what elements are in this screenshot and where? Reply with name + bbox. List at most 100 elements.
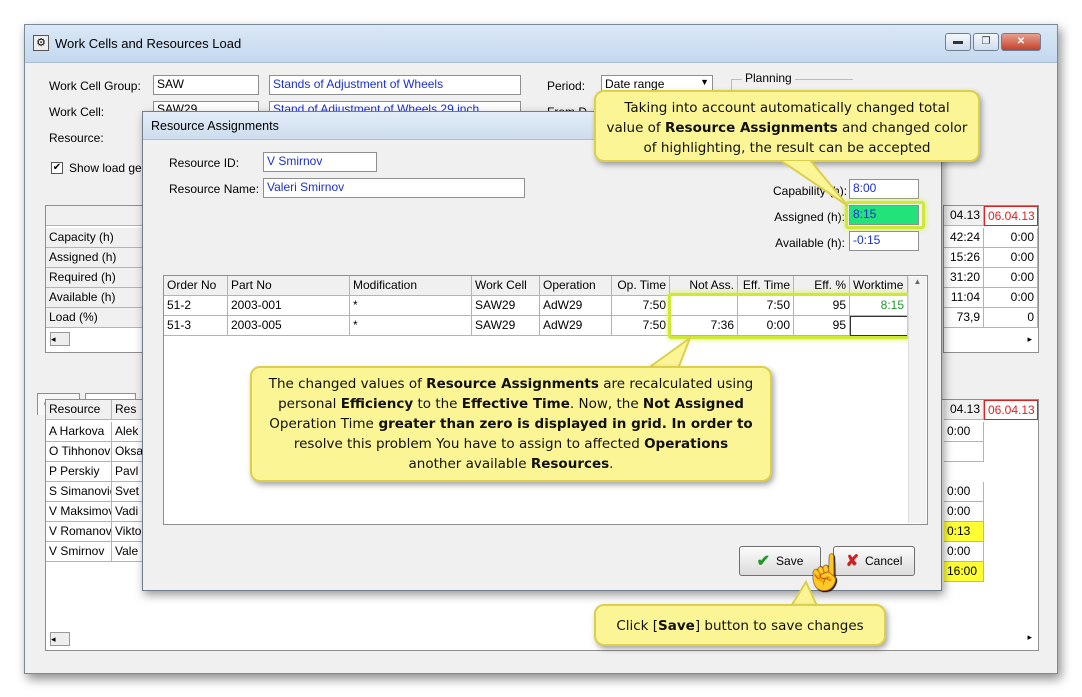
table-row[interactable]: O Tihhonova (46, 442, 112, 462)
app-icon: ⚙ (33, 35, 49, 51)
callout-line: another available Resources. (408, 456, 614, 472)
resource-id-label: Resource ID: (169, 156, 240, 170)
title-bar: ⚙ Work Cells and Resources Load ▬ ❐ ✕ (25, 25, 1057, 63)
close-button[interactable]: ✕ (1001, 33, 1041, 51)
window-title: Work Cells and Resources Load (55, 36, 242, 51)
capability-field: 8:00 (849, 179, 919, 199)
callout-line: Click [Save] button to save changes (616, 618, 864, 634)
load-cell: 0:00 (984, 268, 1038, 288)
grid-cell[interactable]: 51-2 (164, 296, 228, 316)
load-cell: 11:04 (944, 288, 984, 308)
table-row[interactable]: V Smirnov (46, 542, 112, 562)
table-row[interactable]: V Romanov (46, 522, 112, 542)
load-row-label: Capacity (h) (46, 228, 145, 248)
checkmark-icon: ✔ (756, 553, 771, 570)
assigned-field: 8:15 (849, 205, 919, 225)
col-header: Order No (164, 276, 228, 296)
grid-cell[interactable]: * (350, 316, 472, 336)
res-cell (944, 442, 984, 462)
work-cell-group-label: Work Cell Group: (49, 79, 141, 93)
grid-highlight (668, 293, 910, 339)
planning-label: Planning (742, 71, 795, 85)
callout-line: Taking into account automatically change… (624, 100, 950, 116)
callout-line: of highlighting, the result can be accep… (643, 140, 931, 156)
table-row[interactable]: Oksa (112, 442, 146, 462)
col-header: Work Cell (472, 276, 540, 296)
res-cell: 16:00 (944, 562, 984, 582)
show-load-label: Show load ge (69, 161, 142, 175)
grid-cell[interactable]: SAW29 (472, 296, 540, 316)
table-row[interactable]: P Perskiy (46, 462, 112, 482)
res-date-b: 06.04.13 (984, 400, 1038, 420)
table-row[interactable]: Vale (112, 542, 146, 562)
load-cell: 42:24 (944, 228, 984, 248)
minimize-button[interactable]: ▬ (945, 33, 971, 51)
grid-scrollbar[interactable]: ▲ (908, 277, 926, 523)
callout-middle: The changed values of Resource Assignmen… (250, 366, 772, 482)
grid-cell[interactable]: 7:50 (612, 316, 670, 336)
res-cell: 0:00 (944, 482, 984, 502)
resource-name-field[interactable]: Valeri Smirnov (263, 178, 525, 198)
col-header: Op. Time (612, 276, 670, 296)
period-label: Period: (547, 79, 586, 93)
callout-bottom: Click [Save] button to save changes (594, 604, 886, 646)
res-header-resource: Resource (46, 400, 112, 420)
assigned-label: Assigned (h): (774, 210, 845, 224)
col-header: Part No (228, 276, 350, 296)
callout-line: The changed values of Resource Assignmen… (268, 376, 754, 392)
table-row[interactable]: Alek (112, 422, 146, 442)
grid-cell[interactable]: AdW29 (540, 316, 612, 336)
load-table: Capacity (h) Assigned (h) Required (h) A… (45, 205, 145, 353)
callout-line: value of Resource Assignments and change… (606, 120, 968, 136)
grid-cell[interactable]: SAW29 (472, 316, 540, 336)
grid-cell[interactable]: * (350, 296, 472, 316)
callout-line: resolve this problem You have to assign … (293, 436, 729, 452)
scroll-up-icon[interactable]: ▲ (909, 277, 926, 286)
res-cell: 0:00 (944, 502, 984, 522)
table-row[interactable]: Vikto (112, 522, 146, 542)
load-cell: 0:00 (984, 248, 1038, 268)
resource-label: Resource: (49, 131, 104, 145)
table-row[interactable]: Pavl (112, 462, 146, 482)
load-cell: 0 (984, 308, 1038, 328)
load-cell: 0:00 (984, 228, 1038, 248)
load-row-label: Required (h) (46, 268, 145, 288)
col-header: Operation (540, 276, 612, 296)
table-row[interactable]: A Harkova (46, 422, 112, 442)
load-table-right: 04.13 06.04.13 42:24 0:00 15:26 0:00 31:… (943, 205, 1039, 353)
scroll-left-icon[interactable]: ◂ (50, 332, 70, 346)
resource-name-label: Resource Name: (169, 182, 260, 196)
grid-cell[interactable]: AdW29 (540, 296, 612, 316)
res-date-a: 04.13 (944, 400, 984, 420)
grid-cell[interactable]: 2003-005 (228, 316, 350, 336)
res-cell: 0:00 (944, 542, 984, 562)
callout-line: Operation Time greater than zero is disp… (269, 416, 753, 432)
callout-top-pointer (778, 160, 849, 207)
work-cell-group-code-field[interactable]: SAW (153, 75, 259, 95)
scroll-right-icon[interactable]: ▸ (1027, 334, 1032, 345)
scroll-left-icon[interactable]: ◂ (50, 632, 70, 646)
grid-cell[interactable]: 7:50 (612, 296, 670, 316)
table-row[interactable]: Vadi (112, 502, 146, 522)
show-load-checkbox[interactable]: ✔ (51, 162, 63, 174)
load-cell: 0:00 (984, 288, 1038, 308)
table-row[interactable]: Svet (112, 482, 146, 502)
load-cell: 73,9 (944, 308, 984, 328)
work-cell-group-name-field: Stands of Adjustment of Wheels (269, 75, 521, 95)
grid-cell[interactable]: 2003-001 (228, 296, 350, 316)
grid-cell[interactable]: 51-3 (164, 316, 228, 336)
table-row[interactable]: V Maksimov (46, 502, 112, 522)
table-row[interactable]: S Simanovich (46, 482, 112, 502)
load-row-label: Load (%) (46, 308, 145, 328)
load-date-a: 04.13 (944, 206, 984, 226)
maximize-button[interactable]: ❐ (973, 33, 999, 51)
load-cell: 15:26 (944, 248, 984, 268)
available-label: Available (h): (775, 236, 845, 250)
resource-id-field[interactable]: V Smirnov (263, 152, 377, 172)
dialog-title: Resource Assignments (151, 119, 279, 133)
available-field: -0:15 (849, 231, 919, 251)
work-cell-label: Work Cell: (49, 105, 105, 119)
period-value: Date range (605, 77, 665, 91)
scroll-right-icon[interactable]: ▸ (1027, 632, 1032, 643)
callout-line: personal Efficiency to the Effective Tim… (278, 396, 744, 412)
